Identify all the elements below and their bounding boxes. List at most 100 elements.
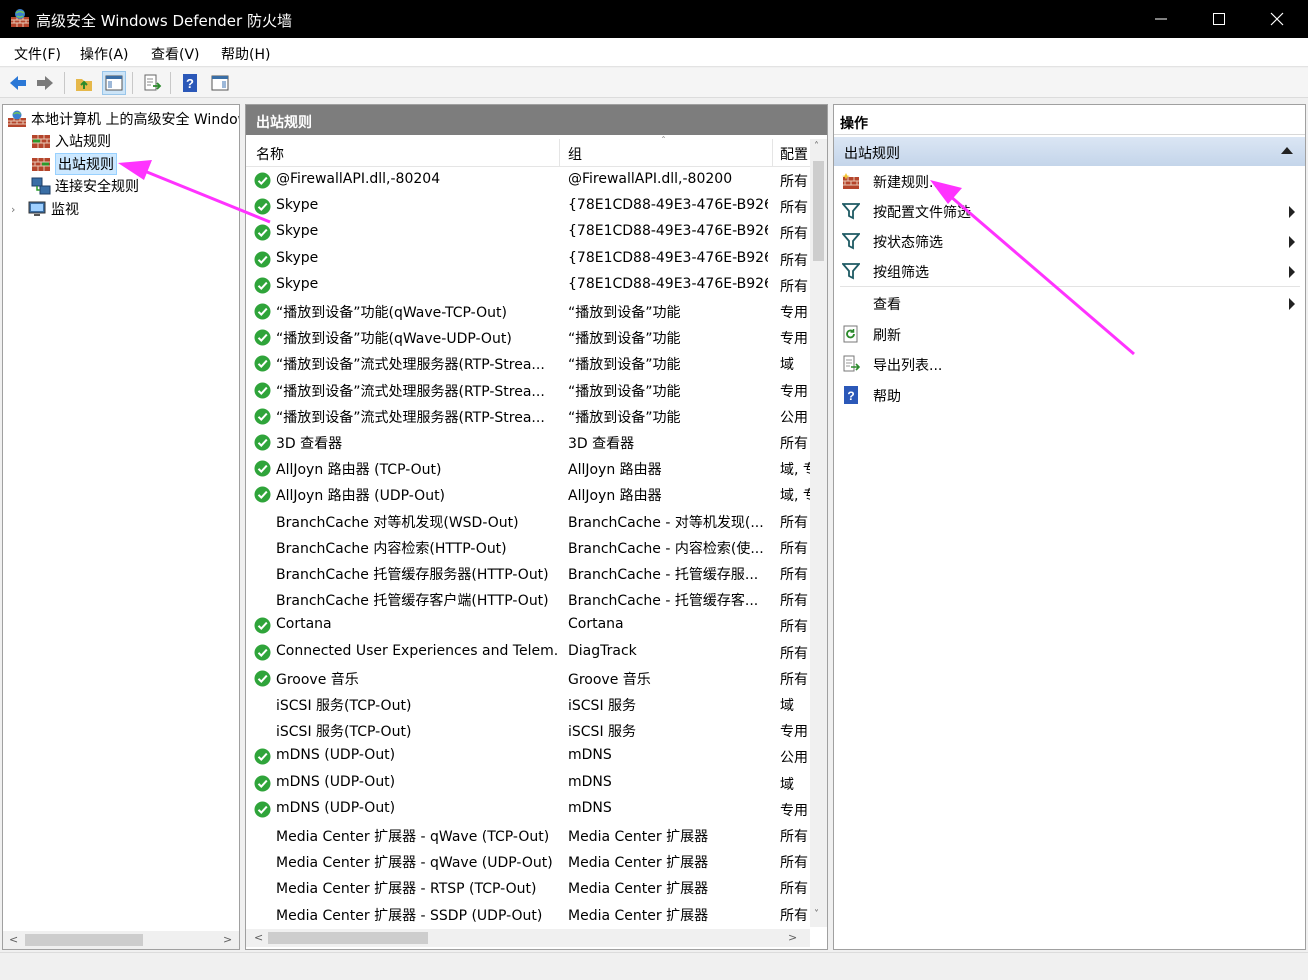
tree-item-inbound-rules[interactable]: 入站规则	[31, 130, 111, 152]
table-row[interactable]: Groove 音乐 Groove 音乐 所有	[246, 665, 812, 691]
action-export-list[interactable]: 导出列表...	[834, 349, 1305, 379]
rule-name-cell: Connected User Experiences and Telem...	[276, 642, 558, 659]
scrollbar-thumb[interactable]	[813, 161, 824, 261]
table-row[interactable]: iSCSI 服务(TCP-Out) iSCSI 服务 专用	[246, 717, 812, 743]
refresh-icon	[843, 325, 858, 343]
enabled-check-icon	[254, 303, 271, 320]
table-row[interactable]: mDNS (UDP-Out) mDNS 专用	[246, 796, 812, 822]
help-button[interactable]: ?	[178, 71, 202, 95]
rule-group-cell: Groove 音乐	[568, 671, 651, 688]
table-row[interactable]: “播放到设备”流式处理服务器(RTP-Strea... “播放到设备”功能 公用	[246, 403, 812, 429]
rule-profile-cell: 所有	[780, 514, 808, 531]
minimize-button[interactable]	[1132, 0, 1190, 38]
tree-item-connection-security-rules[interactable]: 连接安全规则	[31, 175, 139, 197]
table-row[interactable]: @FirewallAPI.dll,-80204 @FirewallAPI.dll,…	[246, 167, 812, 193]
table-row[interactable]: Cortana Cortana 所有	[246, 612, 812, 638]
column-separator[interactable]	[772, 139, 773, 167]
rule-profile-cell: 所有	[780, 252, 808, 269]
menu-action[interactable]: 操作(A)	[80, 44, 129, 64]
rule-name-cell: Groove 音乐	[276, 671, 359, 688]
menu-help[interactable]: 帮助(H)	[221, 44, 270, 64]
scroll-left-icon[interactable]: <	[254, 931, 263, 944]
tree-item-outbound-rules[interactable]: 出站规则	[31, 153, 117, 175]
export-list-button[interactable]	[140, 71, 164, 95]
table-row[interactable]: iSCSI 服务(TCP-Out) iSCSI 服务 域	[246, 691, 812, 717]
action-refresh[interactable]: 刷新	[834, 319, 1305, 349]
monitor-icon	[28, 201, 46, 216]
table-row[interactable]: Media Center 扩展器 - qWave (TCP-Out) Media …	[246, 822, 812, 848]
action-filter-by-group[interactable]: 按组筛选	[834, 256, 1305, 286]
table-row[interactable]: Skype {78E1CD88-49E3-476E-B926-... 所有	[246, 193, 812, 219]
table-row[interactable]: Media Center 扩展器 - RTSP (TCP-Out) Media C…	[246, 874, 812, 900]
column-separator[interactable]	[559, 139, 560, 167]
table-row[interactable]: Media Center 扩展器 - SSDP (UDP-Out) Media C…	[246, 901, 812, 927]
rules-horizontal-scrollbar[interactable]: < >	[246, 929, 810, 947]
enabled-check-icon	[254, 172, 271, 189]
table-row[interactable]: BranchCache 托管缓存客户端(HTTP-Out) BranchCache…	[246, 586, 812, 612]
table-row[interactable]: Media Center 扩展器 - qWave (UDP-Out) Media …	[246, 848, 812, 874]
table-row[interactable]: “播放到设备”流式处理服务器(RTP-Strea... “播放到设备”功能 域	[246, 350, 812, 376]
table-row[interactable]: Skype {78E1CD88-49E3-476E-B926-... 所有	[246, 219, 812, 245]
column-header-group[interactable]: 组	[568, 144, 582, 164]
scroll-right-icon[interactable]: >	[788, 931, 797, 944]
action-filter-by-state[interactable]: 按状态筛选	[834, 226, 1305, 256]
table-row[interactable]: “播放到设备”功能(qWave-TCP-Out) “播放到设备”功能 专用	[246, 298, 812, 324]
table-row[interactable]: mDNS (UDP-Out) mDNS 公用	[246, 743, 812, 769]
action-filter-by-profile[interactable]: 按配置文件筛选	[834, 196, 1305, 226]
scrollbar-thumb[interactable]	[268, 932, 428, 944]
rule-profile-cell: 所有	[780, 855, 808, 872]
expand-chevron-icon[interactable]: ›	[11, 203, 27, 216]
firewall-computer-icon	[8, 110, 26, 127]
scroll-down-icon[interactable]: ˅	[814, 909, 819, 920]
action-view[interactable]: 查看	[834, 288, 1305, 318]
enabled-check-icon	[254, 434, 271, 451]
table-row[interactable]: Connected User Experiences and Telem... D…	[246, 639, 812, 665]
forward-button[interactable]	[33, 71, 57, 95]
scrollbar-thumb[interactable]	[25, 934, 143, 946]
scroll-right-icon[interactable]: >	[223, 933, 232, 946]
rule-name-cell: “播放到设备”功能(qWave-UDP-Out)	[276, 331, 512, 348]
rules-vertical-scrollbar[interactable]: ˄ ˅	[810, 139, 827, 927]
table-row[interactable]: mDNS (UDP-Out) mDNS 域	[246, 770, 812, 796]
rule-profile-cell: 公用	[780, 750, 808, 767]
column-header-name[interactable]: 名称	[256, 144, 284, 164]
collapse-triangle-icon[interactable]	[1281, 147, 1293, 154]
rule-group-cell: “播放到设备”功能	[568, 409, 681, 426]
maximize-button[interactable]	[1190, 0, 1248, 38]
menu-view[interactable]: 查看(V)	[151, 44, 200, 64]
scroll-left-icon[interactable]: <	[9, 933, 18, 946]
table-row[interactable]: “播放到设备”功能(qWave-UDP-Out) “播放到设备”功能 专用	[246, 324, 812, 350]
rules-list-pane: 出站规则 名称 组 ˆ 配置 @FirewallAPI.dll,-80204 @F…	[245, 104, 828, 950]
tree-root[interactable]: 本地计算机 上的高级安全 Windows Defender 防火墙	[7, 108, 239, 130]
scroll-up-icon[interactable]: ˄	[814, 141, 819, 152]
back-button[interactable]	[6, 71, 30, 95]
close-button[interactable]	[1248, 0, 1306, 38]
table-row[interactable]: BranchCache 托管缓存服务器(HTTP-Out) BranchCache…	[246, 560, 812, 586]
table-row[interactable]: Skype {78E1CD88-49E3-476E-B926-... 所有	[246, 246, 812, 272]
column-header-profile[interactable]: 配置	[780, 144, 808, 164]
rule-profile-cell: 域	[780, 698, 794, 714]
action-label: 刷新	[873, 328, 901, 344]
show-action-pane-button[interactable]	[208, 71, 232, 95]
tree-horizontal-scrollbar[interactable]: < >	[3, 931, 239, 949]
action-new-rule[interactable]: 新建规则...	[834, 166, 1305, 196]
show-console-tree-button[interactable]	[102, 71, 126, 95]
actions-section-header[interactable]: 出站规则	[834, 137, 1305, 166]
enabled-check-icon	[254, 382, 271, 399]
table-row[interactable]: BranchCache 对等机发现(WSD-Out) BranchCache - …	[246, 508, 812, 534]
table-row[interactable]: 3D 查看器 3D 查看器 所有	[246, 429, 812, 455]
table-row[interactable]: AllJoyn 路由器 (UDP-Out) AllJoyn 路由器 域, 专	[246, 481, 812, 507]
toolbar: ?	[0, 68, 1308, 98]
rule-profile-cell: 专用	[780, 383, 808, 400]
table-row[interactable]: Skype {78E1CD88-49E3-476E-B926-... 所有	[246, 272, 812, 298]
table-row[interactable]: BranchCache 内容检索(HTTP-Out) BranchCache - …	[246, 534, 812, 560]
table-row[interactable]: “播放到设备”流式处理服务器(RTP-Strea... “播放到设备”功能 专用	[246, 377, 812, 403]
table-row[interactable]: AllJoyn 路由器 (TCP-Out) AllJoyn 路由器 域, 专	[246, 455, 812, 481]
action-help[interactable]: ? 帮助	[834, 380, 1305, 410]
menu-file[interactable]: 文件(F)	[14, 44, 61, 64]
action-label: 导出列表...	[873, 358, 943, 374]
inbound-rules-icon	[32, 135, 50, 148]
tree-item-monitoring[interactable]: › 监视	[11, 198, 79, 220]
toolbar-separator	[170, 72, 171, 94]
up-folder-button[interactable]	[72, 71, 96, 95]
